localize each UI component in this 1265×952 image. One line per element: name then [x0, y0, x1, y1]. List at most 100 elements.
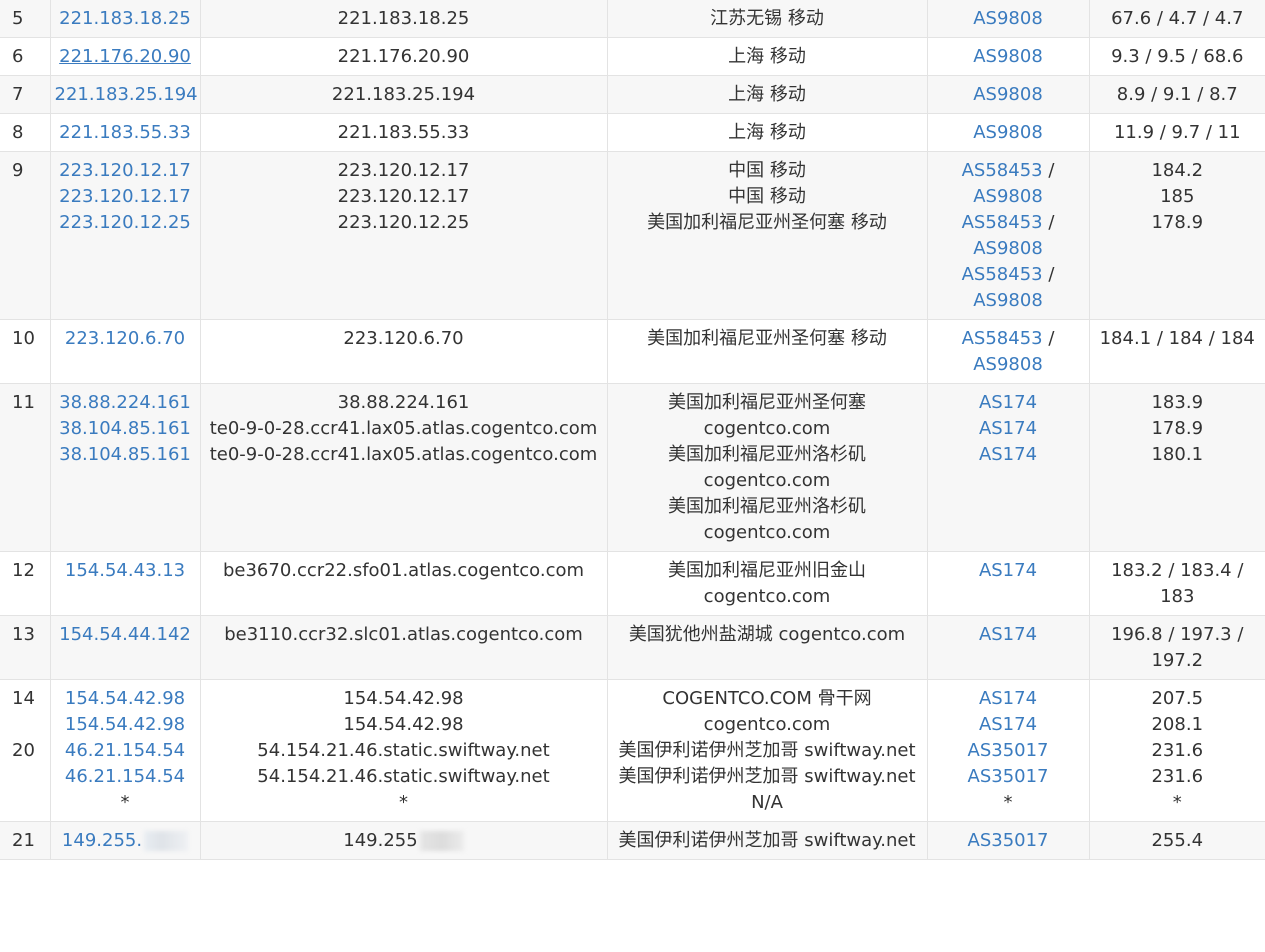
rtt-cell: 8.9 / 9.1 / 8.7	[1089, 75, 1265, 114]
hostname: 54.154.21.46.static.swiftway.net	[257, 766, 550, 787]
hostname: 223.120.12.17	[337, 186, 470, 207]
as-link[interactable]: AS9808	[932, 44, 1085, 70]
table-row: 12 154.54.43.13 be3670.ccr22.sfo01.atlas…	[0, 551, 1265, 616]
ip-link[interactable]: 223.120.12.17	[55, 184, 196, 210]
ip-link[interactable]: 38.104.85.161	[55, 416, 196, 442]
ip-cell: 221.183.18.25	[50, 0, 201, 38]
as-link[interactable]: AS174	[932, 416, 1085, 442]
hop-number: 5	[0, 0, 51, 38]
rtt-cell: 255.4	[1089, 821, 1265, 860]
rtt-value: 183.2 / 183.4 /	[1111, 560, 1244, 581]
ip-link[interactable]: 154.54.42.98	[55, 686, 196, 712]
rtt-cell: 9.3 / 9.5 / 68.6	[1089, 37, 1265, 76]
rtt-cell: 231.6 231.6 *	[1089, 738, 1265, 822]
location: cogentco.com	[703, 586, 831, 607]
location: 美国伊利诺伊州芝加哥 swiftway.net	[618, 766, 916, 787]
hostname-cell: be3110.ccr32.slc01.atlas.cogentco.com	[200, 615, 608, 680]
rtt-value: 207.5	[1151, 688, 1204, 709]
ip-cell: 154.54.43.13	[50, 551, 201, 616]
ip-link[interactable]: 223.120.12.17	[55, 158, 196, 184]
hostname: 149.255	[343, 830, 418, 851]
traceroute-body: 5 221.183.18.25 221.183.18.25 江苏无锡 移动 AS…	[0, 0, 1265, 860]
ip-link[interactable]: 223.120.12.25	[55, 210, 196, 236]
rtt-value: 11.9 / 9.7 / 11	[1113, 122, 1241, 143]
hostname-cell: be3670.ccr22.sfo01.atlas.cogentco.com	[200, 551, 608, 616]
as-link[interactable]: AS9808	[932, 288, 1085, 314]
as-link[interactable]: AS58453	[962, 328, 1043, 349]
as-link[interactable]: AS58453	[962, 212, 1043, 233]
location: 美国加利福尼亚州洛杉矶	[668, 496, 866, 517]
as-link[interactable]: AS174	[932, 622, 1085, 648]
ip-link[interactable]: 221.183.55.33	[55, 120, 196, 146]
rtt-value: 180.1	[1151, 444, 1204, 465]
hostname: 223.120.12.25	[337, 212, 470, 233]
as-link[interactable]: AS35017	[932, 764, 1085, 790]
as-link[interactable]: AS174	[932, 558, 1085, 584]
as-link[interactable]: AS174	[932, 390, 1085, 416]
ip-link[interactable]: 46.21.154.54	[55, 738, 196, 764]
location: 美国伊利诺伊州芝加哥 swiftway.net	[618, 740, 916, 761]
ip-link[interactable]: 149.255.	[62, 830, 142, 851]
location: 美国加利福尼亚州洛杉矶	[668, 444, 866, 465]
rtt-cell: 183.9 178.9 180.1	[1089, 383, 1265, 552]
as-link[interactable]: AS9808	[932, 82, 1085, 108]
location: 美国伊利诺伊州芝加哥 swiftway.net	[618, 830, 916, 851]
as-link[interactable]: AS174	[932, 686, 1085, 712]
table-row: 10 223.120.6.70 223.120.6.70 美国加利福尼亚州圣何塞…	[0, 319, 1265, 384]
ip-cell: 221.183.55.33	[50, 113, 201, 152]
ip-cell: 223.120.12.17 223.120.12.17 223.120.12.2…	[50, 151, 201, 320]
ip-link[interactable]: 154.54.44.142	[55, 622, 196, 648]
rtt-value: 183	[1160, 586, 1195, 607]
location: COGENTCO.COM 骨干网	[662, 688, 872, 709]
ip-link[interactable]: 223.120.6.70	[55, 326, 196, 352]
location: N/A	[751, 792, 783, 813]
as-link[interactable]: AS174	[932, 442, 1085, 468]
hostname-cell: 54.154.21.46.static.swiftway.net 54.154.…	[200, 738, 608, 822]
as-link[interactable]: AS35017	[932, 738, 1085, 764]
as-link[interactable]: AS9808	[932, 120, 1085, 146]
as-link[interactable]: AS9808	[932, 184, 1085, 210]
table-row: 9 223.120.12.17 223.120.12.17 223.120.12…	[0, 151, 1265, 320]
hostname-cell: 154.54.42.98 154.54.42.98	[200, 679, 608, 738]
ip-cell: 154.54.44.142	[50, 615, 201, 680]
as-link[interactable]: AS174	[932, 712, 1085, 738]
location-cell: 美国伊利诺伊州芝加哥 swiftway.net	[607, 821, 928, 860]
hostname: 223.120.12.17	[337, 160, 470, 181]
as-link[interactable]: AS58453	[962, 160, 1043, 181]
as-link[interactable]: AS35017	[932, 828, 1085, 854]
rtt-value: 178.9	[1151, 212, 1204, 233]
hostname-cell: 221.183.55.33	[200, 113, 608, 152]
hostname: 154.54.42.98	[343, 688, 464, 709]
ip-cell: 221.176.20.90	[50, 37, 201, 76]
hostname-cell: 221.183.25.194	[200, 75, 608, 114]
ip-link[interactable]: 46.21.154.54	[55, 764, 196, 790]
location: cogentco.com	[703, 418, 831, 439]
ip-link[interactable]: 154.54.43.13	[55, 558, 196, 584]
as-cell: AS174 AS174 AS174	[927, 383, 1090, 552]
rtt-value: *	[1172, 792, 1182, 813]
ip-link[interactable]: 221.183.18.25	[55, 6, 196, 32]
rtt-value: 197.2	[1151, 650, 1204, 671]
hostname: 221.183.25.194	[331, 84, 476, 105]
ip-timeout: *	[120, 792, 130, 813]
as-link[interactable]: AS9808	[932, 6, 1085, 32]
ip-link[interactable]: 38.88.224.161	[55, 390, 196, 416]
location: 美国加利福尼亚州旧金山	[668, 560, 866, 581]
hostname: 221.183.55.33	[337, 122, 470, 143]
ip-link[interactable]: 38.104.85.161	[55, 442, 196, 468]
rtt-value: 67.6 / 4.7 / 4.7	[1111, 8, 1244, 29]
hostname: 54.154.21.46.static.swiftway.net	[257, 740, 550, 761]
hostname-cell: 221.183.18.25	[200, 0, 608, 38]
hostname: 221.183.18.25	[337, 8, 470, 29]
ip-link[interactable]: 221.176.20.90	[55, 44, 196, 70]
location: cogentco.com	[703, 714, 831, 735]
as-link[interactable]: AS9808	[932, 236, 1085, 262]
rtt-cell: 184.2 185 178.9	[1089, 151, 1265, 320]
as-link[interactable]: AS9808	[932, 352, 1085, 378]
location: 上海 移动	[728, 46, 806, 67]
as-link[interactable]: AS58453	[962, 264, 1043, 285]
rtt-value: 208.1	[1151, 714, 1204, 735]
location-cell: 美国犹他州盐湖城 cogentco.com	[607, 615, 928, 680]
ip-link[interactable]: 154.54.42.98	[55, 712, 196, 738]
ip-link[interactable]: 221.183.25.194	[55, 82, 198, 108]
